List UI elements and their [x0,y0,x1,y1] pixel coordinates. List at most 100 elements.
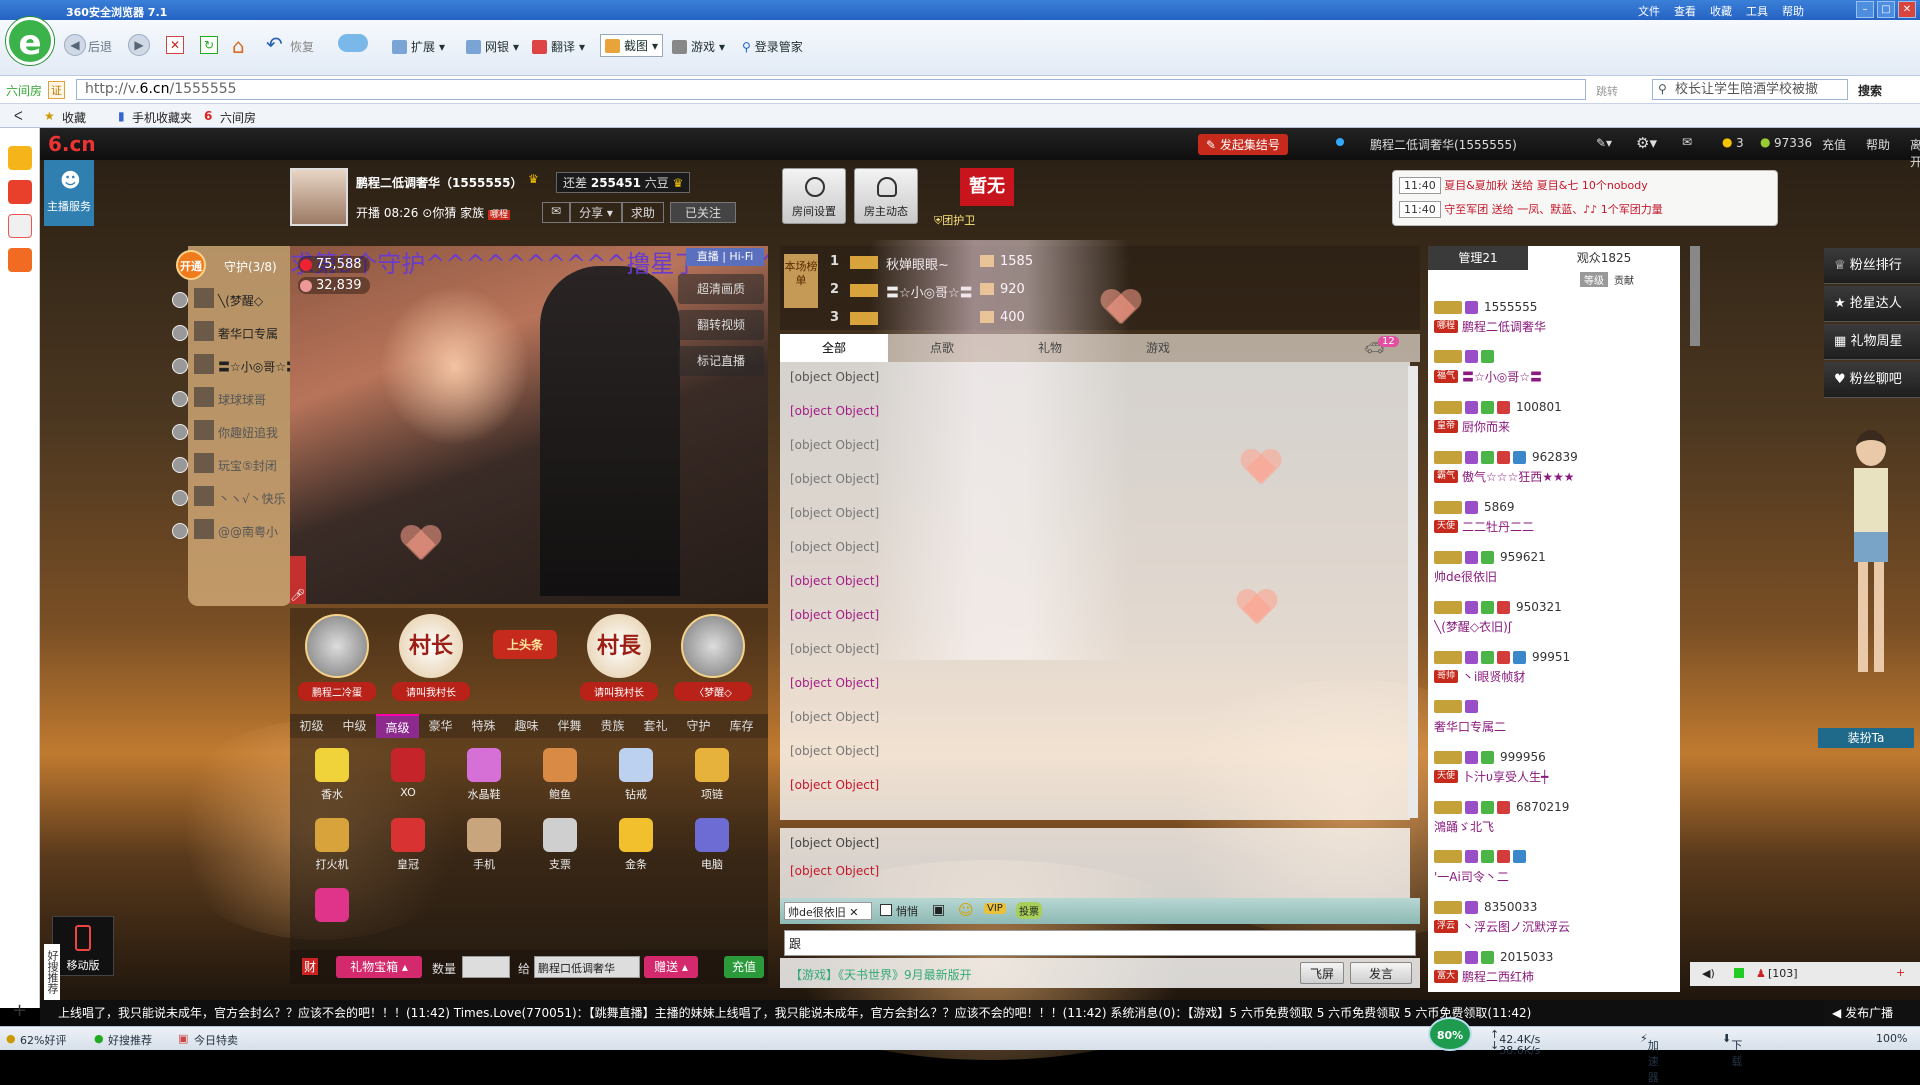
gift-item[interactable]: 电脑 [682,814,742,878]
tab-admins[interactable]: 管理21 [1428,246,1528,270]
audience-item[interactable]: 950321 ╲(梦醒◇衣旧)ʃ [1434,594,1674,642]
menu-view[interactable]: 查看 [1674,3,1696,19]
screenshot-button[interactable]: 截图 ▾ [600,34,664,57]
family-tag[interactable]: 哪程 [488,210,511,220]
gift-tab[interactable]: 贵族 [591,714,634,738]
audience-item[interactable]: 8350033 浮云 丶浮云图ノ沉默浮云 [1434,894,1674,942]
mark-live-button[interactable]: 标记直播 [678,346,764,376]
emoji-icon[interactable]: ☺ [958,901,974,919]
give-button[interactable]: 赠送 ▴ [644,956,698,978]
gift-tab[interactable]: 库存 [720,714,763,738]
maximize-button[interactable]: □ [1877,1,1895,18]
chat-tab[interactable]: 点歌 [888,334,996,362]
guard-item[interactable]: @@南粤小 [172,513,290,549]
fan-badge[interactable]: 上头条. [486,614,564,706]
audience-item[interactable]: 99951 哥帅 丶i眼贤帧豺 [1434,644,1674,692]
menu-favorites[interactable]: 收藏 [1710,3,1732,19]
gift-item[interactable]: 手机 [454,814,514,878]
fan-rank-button[interactable]: ♕ 粉丝排行 [1824,248,1920,284]
message-icon[interactable]: ✉ [542,202,571,223]
chat-input[interactable]: 跟 [784,930,1416,956]
qty-input[interactable] [462,956,510,978]
fan-badge[interactable]: 村長 请叫我村长 [580,614,658,706]
guard-item[interactable]: ╲(梦醒◇ [172,282,290,318]
dress-up-button[interactable]: 装扮Ta [1818,728,1914,748]
rating-label[interactable]: 62%好评 [20,1032,66,1048]
tab-viewers[interactable]: 观众1825 [1528,246,1680,270]
host-service-button[interactable]: ☻ 主播服务 [44,160,94,226]
audience-item[interactable]: 奢华口专属二 [1434,694,1674,742]
sort-rank[interactable]: 等级 [1580,272,1608,287]
anchor-avatar[interactable] [290,168,348,226]
login-manager-button[interactable]: ⚲ 登录管家 [742,38,803,55]
restore-label[interactable]: 恢复 [290,38,314,55]
audience-item[interactable]: 2015033 富大 鹏程二西红柿 [1434,944,1674,992]
treasure-button[interactable]: 礼物宝箱 ▴ [336,956,422,978]
guard-item[interactable]: 奢华口专属 [172,315,290,351]
vote-icon[interactable]: 投票 [1016,902,1042,919]
guard-item[interactable]: 球球球哥 [172,381,290,417]
chat-tab[interactable]: 全部 [780,334,888,362]
gift-tab[interactable]: 守护 [677,714,720,738]
translate-button[interactable]: 翻译 ▾ [532,38,585,55]
vip-icon[interactable]: VIP [984,903,1006,914]
fan-badge[interactable]: 鹏程二冷蛋 [298,614,376,706]
gift-tab[interactable]: 初级 [290,714,333,738]
private-checkbox[interactable] [880,904,892,916]
accelerator-button[interactable]: ⚡ 加速器 [1640,1032,1659,1084]
favorites-side-icon[interactable] [8,146,32,170]
gift-item[interactable]: 打火机 [302,814,362,878]
chat-scrollbar[interactable] [1408,366,1418,818]
gift-item[interactable]: 鲍鱼 [530,744,590,808]
avatar-doll[interactable] [1834,420,1906,720]
today-sale-label[interactable]: 今日特卖 [194,1032,238,1048]
gift-tab[interactable]: 伴舞 [548,714,591,738]
audience-item[interactable]: 959621 帅de很依旧 [1434,544,1674,592]
leave-link[interactable]: 离开 [1910,136,1920,170]
zanwu-badge[interactable]: 暂无 [960,168,1014,206]
audience-item[interactable]: 福气 〓☆小◎哥☆〓 [1434,344,1674,392]
gift-tab[interactable]: 中级 [333,714,376,738]
help-link[interactable]: 帮助 [1866,136,1890,153]
audience-item[interactable]: 999956 天使 卜汁υ享受人生┿ [1434,744,1674,792]
guard-item[interactable]: 玩宝⑤封闭 [172,447,290,483]
speaker-icon[interactable]: ◀) [1702,967,1715,980]
fav-site-link[interactable]: 六间房 [220,109,256,126]
stop-icon[interactable]: ✕ [166,36,184,54]
gift-tab[interactable]: 特殊 [462,714,505,738]
user-menu[interactable]: 鹏程二低调奢华(1555555) [1370,136,1517,153]
add-icon[interactable]: + [12,1000,27,1021]
gift-item[interactable]: 支票 [530,814,590,878]
site-logo[interactable]: 6.cn [48,132,96,156]
gift-item[interactable] [302,884,362,948]
gift-item[interactable]: XO [378,744,438,808]
fan-chat-button[interactable]: ♥ 粉丝聊吧 [1824,362,1920,398]
edit-icon[interactable]: ✎▾ [1596,136,1612,150]
send-button[interactable]: 发言 [1350,962,1412,984]
follow-button[interactable]: 已关注 [669,202,736,223]
home-icon[interactable]: ⌂ [232,34,245,58]
search-input[interactable]: 校长让学生陪酒学校被撤 [1652,79,1848,100]
gift-item[interactable]: 皇冠 [378,814,438,878]
audience-item[interactable]: 1555555 哪程 鹏程二低调奢华 [1434,294,1674,342]
audience-item[interactable]: 100801 皇帝 厨你而来 [1434,394,1674,442]
gift-item[interactable]: 钻戒 [606,744,666,808]
gift-item[interactable]: 香水 [302,744,362,808]
guard-item[interactable]: 你趣妞追我 [172,414,290,450]
mobile-version-button[interactable]: 移动版 [52,916,114,976]
fav-button[interactable]: 收藏 [62,109,86,126]
gift-tab[interactable]: 套礼 [634,714,677,738]
publish-button[interactable]: ◀ 发布广播 [1824,1000,1920,1026]
recipient-select[interactable]: 鹏程口低调奢华 [534,956,640,978]
forward-button[interactable]: ▶ [128,34,150,56]
games-button[interactable]: 游戏 ▾ [672,38,725,55]
mobile-fav-link[interactable]: 手机收藏夹 [132,109,192,126]
memory-gauge[interactable]: 80% [1428,1017,1472,1051]
gift-item[interactable]: 金条 [606,814,666,878]
guard-item[interactable]: 丶ヽ√丶快乐 [172,480,290,516]
ask-button[interactable]: 求助 [621,202,664,223]
room-settings-button[interactable]: 房间设置 [782,168,846,224]
gift-tab[interactable]: 高级 [376,714,419,738]
hd-button[interactable]: 超清画质 [678,274,764,304]
menu-help[interactable]: 帮助 [1782,3,1804,19]
